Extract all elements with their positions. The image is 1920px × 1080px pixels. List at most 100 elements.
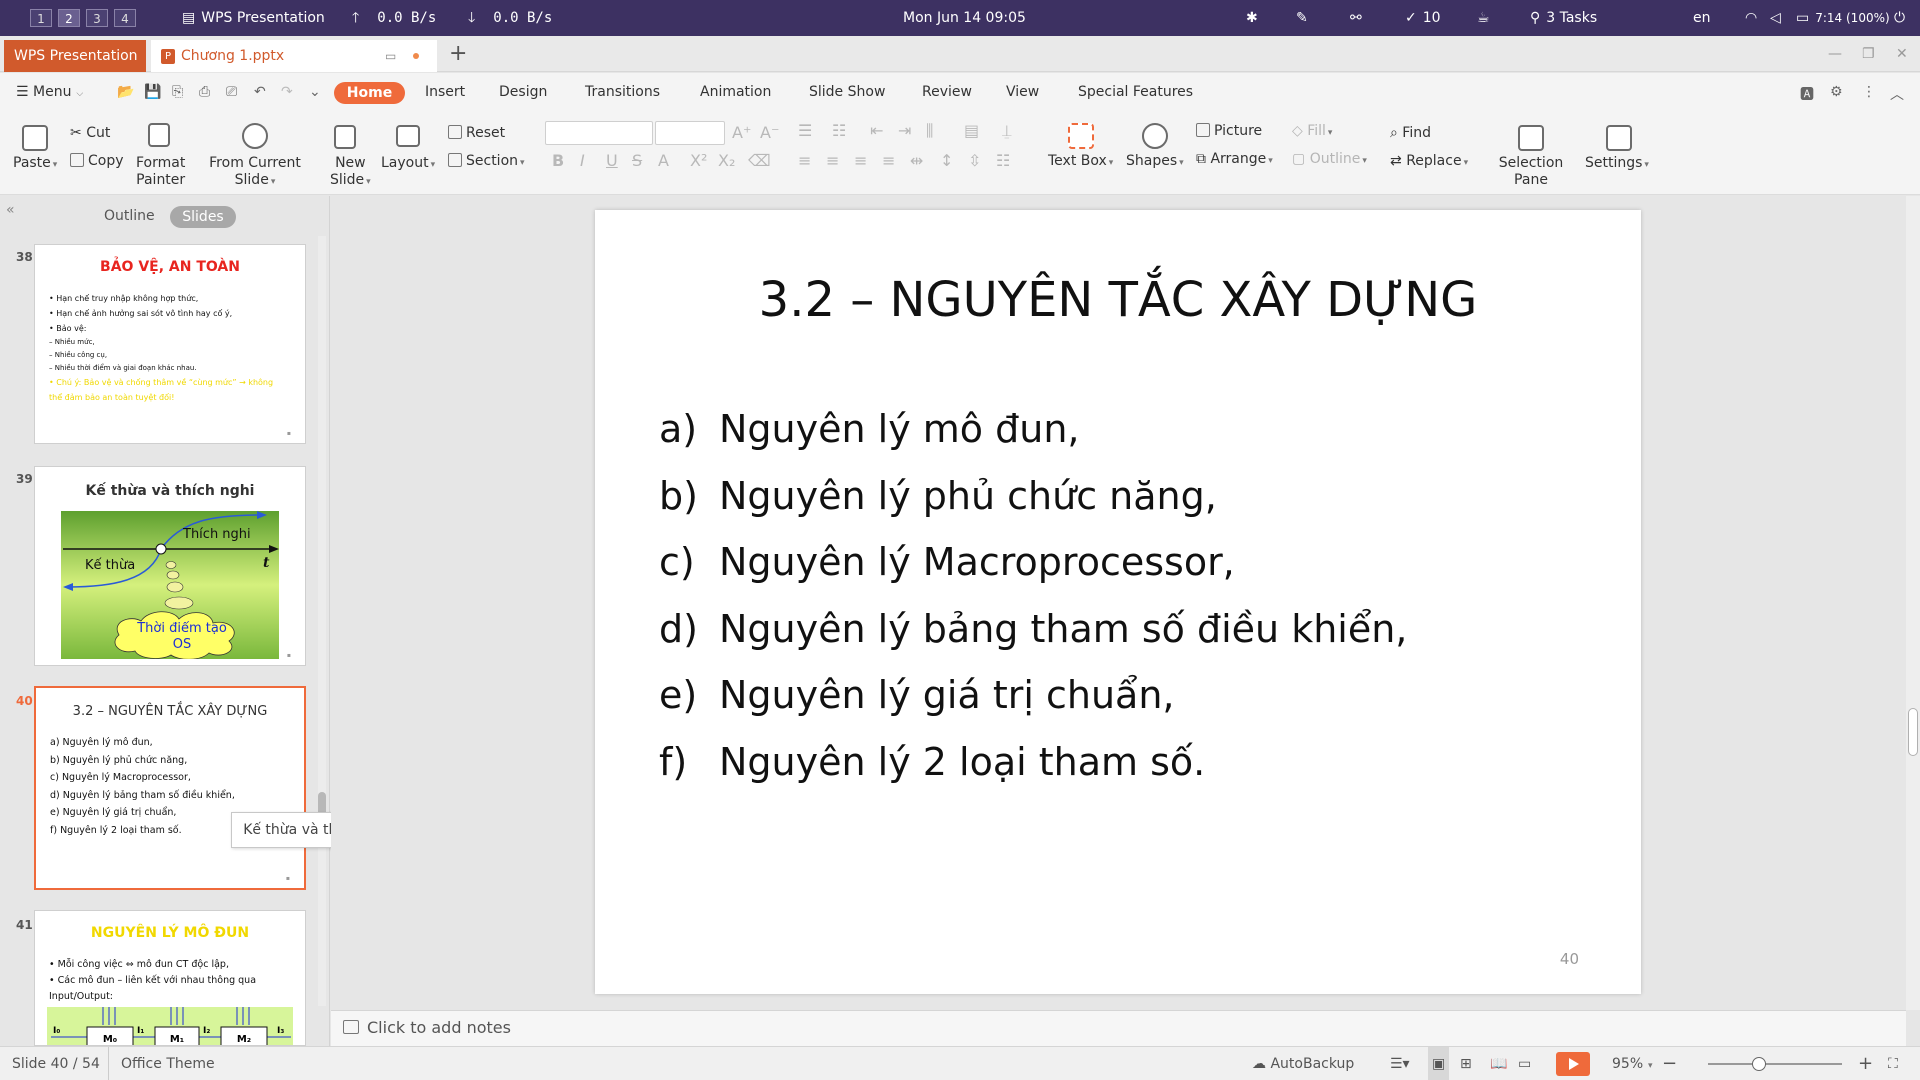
slide-thumbnail-39[interactable]: Kế thừa và thích nghi Thích nghi Kế thừa… <box>34 466 306 666</box>
find-button[interactable]: ⌕ Find <box>1390 125 1431 141</box>
reset-button[interactable]: Reset <box>448 125 505 141</box>
tab-home[interactable]: Home <box>334 82 405 104</box>
updates[interactable]: ✓ 10 <box>1405 0 1441 36</box>
language-indicator[interactable]: en <box>1693 0 1711 36</box>
decrease-font-icon[interactable]: A⁻ <box>760 123 779 142</box>
plus-icon[interactable]: + <box>449 38 467 70</box>
tab-special-features[interactable]: Special Features <box>1078 73 1193 111</box>
network-icon[interactable]: ⚯ <box>1350 0 1362 36</box>
collapse-panel-icon[interactable]: « <box>6 202 15 218</box>
distribute-icon[interactable]: ⇹ <box>910 151 923 170</box>
canvas-scrollbar[interactable] <box>1906 196 1920 1010</box>
workspace-3[interactable]: 3 <box>86 9 108 27</box>
panel-scrollbar[interactable] <box>318 236 326 1006</box>
notes-pane[interactable]: Click to add notes <box>331 1010 1906 1046</box>
menu-button[interactable]: ☰ Menu ⌵ <box>16 73 83 113</box>
clock[interactable]: Mon Jun 14 09:05 <box>903 0 1026 36</box>
cut-button[interactable]: ✂ Cut <box>70 125 110 141</box>
collapse-ribbon-icon[interactable]: ︿ <box>1890 84 1904 104</box>
autobackup-button[interactable]: ☁ AutoBackup <box>1252 1047 1354 1080</box>
active-app[interactable]: ▤ WPS Presentation <box>182 0 325 36</box>
subscript-icon[interactable]: X₂ <box>718 151 735 170</box>
picture-button[interactable]: Picture <box>1196 123 1262 139</box>
power-icon[interactable]: ⏻ <box>1894 0 1905 36</box>
outline-button[interactable]: ▢ Outline ▾ <box>1292 151 1367 167</box>
align-left-icon[interactable]: ≡ <box>798 151 811 170</box>
slide-thumbnail-40[interactable]: 3.2 – NGUYÊN TẮC XÂY DỰNG a) Nguyên lý m… <box>34 686 306 890</box>
increase-indent-icon[interactable]: ⇥ <box>898 121 911 140</box>
close-icon[interactable]: ✕ <box>1896 36 1908 72</box>
replace-button[interactable]: ⇄ Replace ▾ <box>1390 153 1468 169</box>
canvas-scrollbar-thumb[interactable] <box>1908 708 1918 756</box>
italic-icon[interactable]: I <box>580 151 585 170</box>
zoom-in-icon[interactable]: + <box>1858 1047 1873 1080</box>
slide-canvas[interactable]: 3.2 – NGUYÊN TẮC XÂY DỰNG a) Nguyên lý mô… <box>595 210 1641 994</box>
print-preview-icon[interactable]: ⎚ <box>226 84 237 100</box>
align-text-icon[interactable]: ⍊ <box>1002 121 1012 141</box>
more-icon[interactable]: ⋮ <box>1862 84 1876 100</box>
save-icon[interactable]: 💾 <box>144 84 161 100</box>
tab-review[interactable]: Review <box>922 73 972 111</box>
numbering-icon[interactable]: ☷ <box>832 121 846 140</box>
battery[interactable]: ▭ 7:14 (100%) <box>1796 0 1890 36</box>
print-icon[interactable]: ⎙ <box>199 84 210 100</box>
document-tab[interactable]: P Chương 1.pptx ▭ <box>151 40 437 72</box>
open-folder-icon[interactable]: 📂 <box>117 84 134 100</box>
align-right-icon[interactable]: ≡ <box>854 151 867 170</box>
font-size-select[interactable] <box>655 121 725 145</box>
slide-thumbnail-38[interactable]: BẢO VỆ, AN TOÀN • Hạn chế truy nhập khôn… <box>34 244 306 444</box>
presenter-view-icon[interactable]: ▭ <box>1518 1047 1531 1080</box>
wifi-icon[interactable]: ◠ <box>1745 0 1757 36</box>
line-spacing-icon[interactable]: ↕ <box>940 151 953 170</box>
notes-toggle-icon[interactable]: ☰▾ <box>1390 1047 1410 1080</box>
slideshow-play-button[interactable] <box>1556 1052 1590 1076</box>
restore-icon[interactable]: ❐ <box>1862 36 1875 72</box>
align-center-icon[interactable]: ≡ <box>826 151 839 170</box>
redo-icon[interactable]: ↷ <box>281 84 293 100</box>
customize-icon[interactable]: ⌄ <box>309 84 321 100</box>
text-columns-icon[interactable]: ☷ <box>996 151 1010 170</box>
export-icon[interactable]: ⎘ <box>172 84 183 100</box>
zoom-level[interactable]: 95% ▾ <box>1612 1047 1653 1080</box>
fit-window-icon[interactable]: ⛶ <box>1888 1047 1898 1080</box>
tab-design[interactable]: Design <box>499 73 547 111</box>
tab-slides[interactable]: Slides <box>170 206 236 228</box>
bullets-icon[interactable]: ☰ <box>798 121 812 140</box>
increase-font-icon[interactable]: A⁺ <box>732 123 751 142</box>
notes-placeholder[interactable]: Click to add notes <box>367 1011 511 1045</box>
tab-animation[interactable]: Animation <box>700 73 771 111</box>
monitor-icon[interactable]: ▭ <box>385 40 396 72</box>
justify-icon[interactable]: ≡ <box>882 151 895 170</box>
columns-icon[interactable]: ▤ <box>964 121 979 140</box>
font-panel-icon[interactable]: 🅰 <box>1800 84 1814 104</box>
underline-icon[interactable]: U <box>606 151 618 170</box>
tab-insert[interactable]: Insert <box>425 73 465 111</box>
zoom-slider[interactable] <box>1708 1063 1842 1065</box>
slide-thumbnail-41[interactable]: NGUYÊN LÝ MÔ ĐUN • Mỗi công việc ⇔ mô đu… <box>34 910 306 1046</box>
tab-outline[interactable]: Outline <box>104 208 155 224</box>
font-name-select[interactable] <box>545 121 653 145</box>
copy-button[interactable]: Copy <box>70 153 124 169</box>
coffee-icon[interactable]: ☕ <box>1477 0 1490 36</box>
reading-view-icon[interactable]: 📖 <box>1490 1047 1507 1080</box>
tasks[interactable]: ⚲ 3 Tasks <box>1530 0 1597 36</box>
clear-format-icon[interactable]: ⌫ <box>748 151 771 170</box>
section-button[interactable]: Section ▾ <box>448 153 525 169</box>
arrange-button[interactable]: ⧉ Arrange ▾ <box>1196 151 1273 167</box>
tab-slide-show[interactable]: Slide Show <box>809 73 885 111</box>
workspace-2[interactable]: 2 <box>58 9 80 27</box>
volume-icon[interactable]: ◁ <box>1770 0 1781 36</box>
fill-button[interactable]: ◇ Fill ▾ <box>1292 123 1332 139</box>
decrease-indent-icon[interactable]: ⇤ <box>870 121 883 140</box>
workspace-4[interactable]: 4 <box>114 9 136 27</box>
tab-transitions[interactable]: Transitions <box>585 73 660 111</box>
color-picker-icon[interactable]: ✎ <box>1296 0 1308 36</box>
normal-view-icon[interactable]: ▣ <box>1428 1047 1450 1080</box>
strikethrough-icon[interactable]: S <box>632 151 642 170</box>
paragraph-spacing-icon[interactable]: ⇳ <box>968 151 981 170</box>
tab-view[interactable]: View <box>1006 73 1039 111</box>
slide-content-list[interactable]: a) Nguyên lý mô đun, b) Nguyên lý phủ chức… <box>659 396 1407 796</box>
bluetooth-icon[interactable]: ✱ <box>1246 0 1258 36</box>
undo-icon[interactable]: ↶ <box>254 84 266 100</box>
slide-title[interactable]: 3.2 – NGUYÊN TẮC XÂY DỰNG <box>595 272 1641 328</box>
